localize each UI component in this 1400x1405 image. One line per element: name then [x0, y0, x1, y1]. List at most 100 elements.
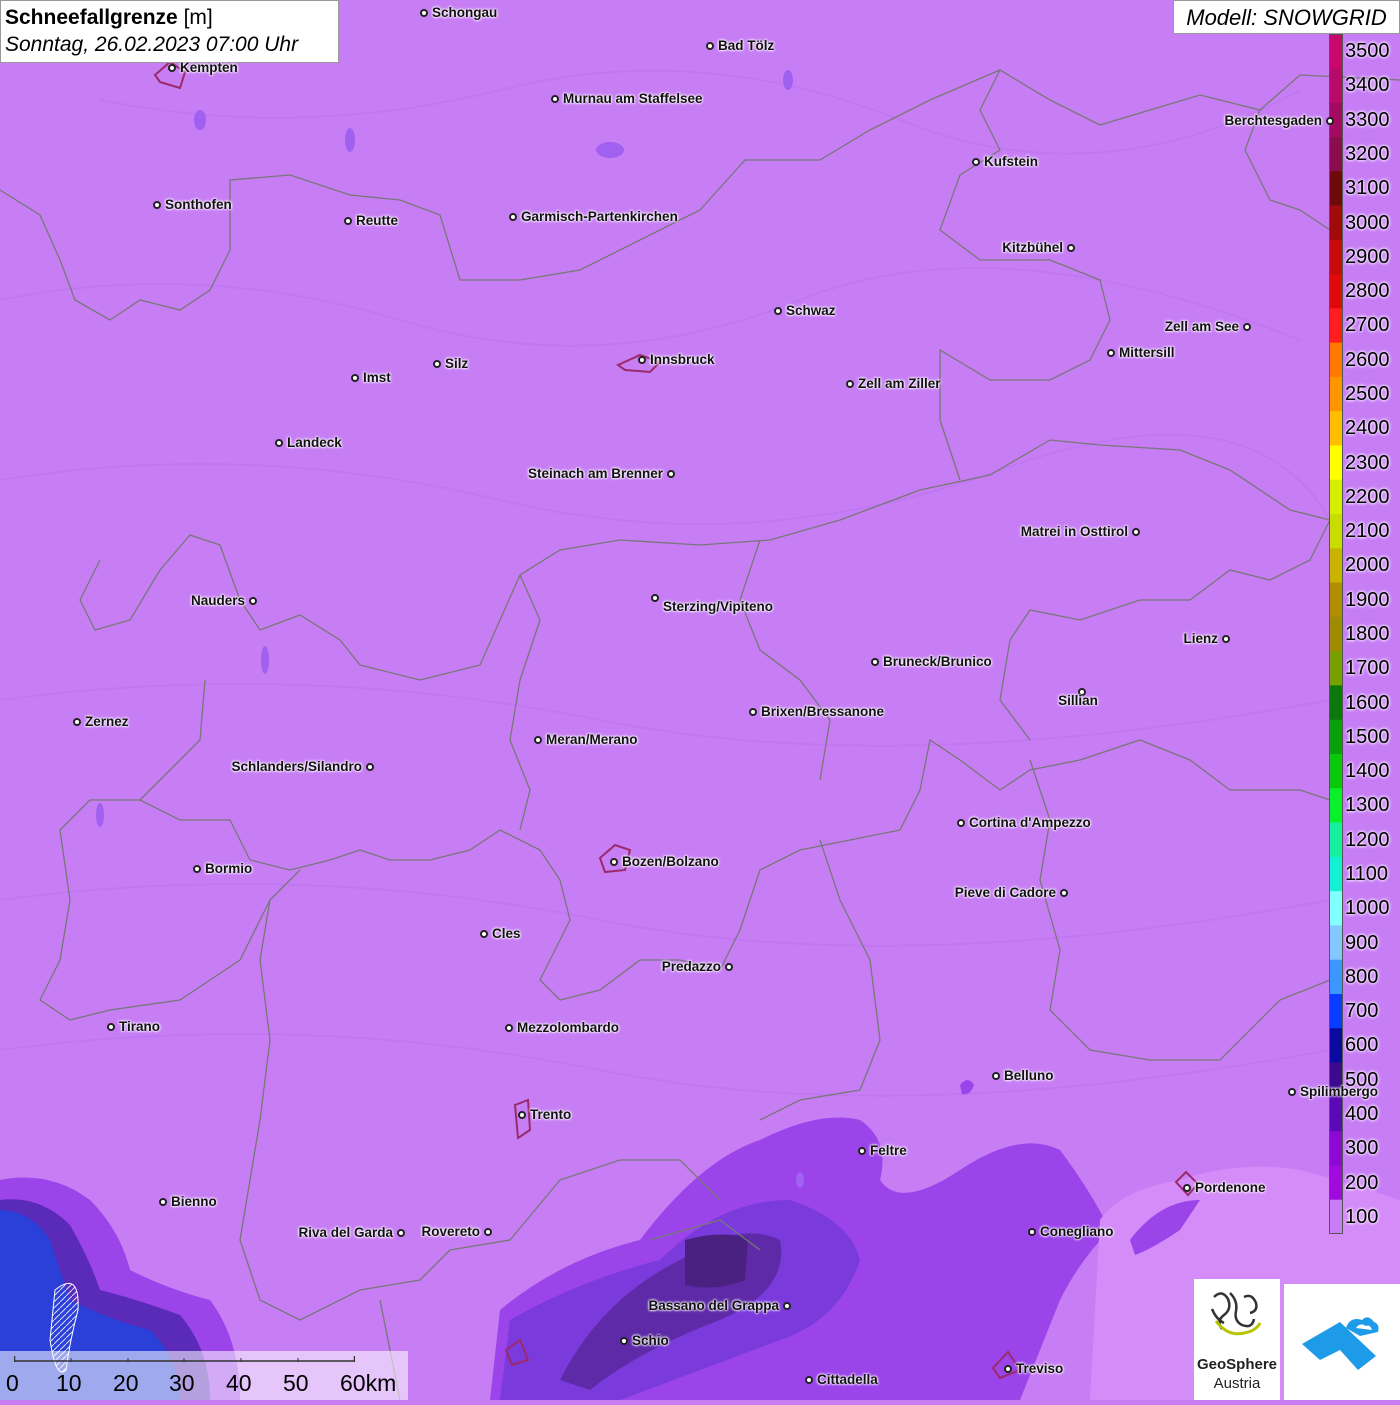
- city-label: Matrei in Osttirol: [1020, 524, 1128, 539]
- legend-swatch-2700: [1329, 308, 1343, 344]
- city-label: Meran/Merano: [546, 732, 638, 747]
- legend-swatch-1800: [1329, 616, 1343, 652]
- model-label: Modell: SNOWGRID: [1173, 0, 1400, 34]
- city-marker: [480, 930, 488, 938]
- city-label: Pordenone: [1195, 1180, 1266, 1195]
- city-marker: [667, 470, 675, 478]
- city-label: Mittersill: [1119, 345, 1175, 360]
- legend-swatch-100: [1329, 1199, 1343, 1234]
- city-label: Berchtesgaden: [1224, 113, 1322, 128]
- legend-label-2000: 2000: [1345, 554, 1390, 577]
- city-marker: [1107, 349, 1115, 357]
- legend-label-1700: 1700: [1345, 657, 1390, 680]
- city-marker: [651, 594, 659, 602]
- legend-label-2400: 2400: [1345, 417, 1390, 440]
- city-label: Riva del Garda: [298, 1225, 393, 1240]
- city-label: Treviso: [1016, 1361, 1064, 1376]
- city-label: Zell am See: [1164, 319, 1239, 334]
- city-label: Sterzing/Vipiteno: [663, 599, 774, 614]
- city-marker: [957, 819, 965, 827]
- legend-labels: 3500 3400 3300 3200 3100 3000 2900 2800 2700 2600…: [1345, 34, 1400, 1234]
- legend-label-400: 400: [1345, 1103, 1379, 1125]
- city-marker: [534, 736, 542, 744]
- city-marker: [509, 213, 517, 221]
- legend-color-bar: [1329, 34, 1343, 1234]
- city-marker: [871, 658, 879, 666]
- legend-swatch-3400: [1329, 68, 1343, 104]
- legend-swatch-1100: [1329, 856, 1343, 892]
- city-marker: [193, 865, 201, 873]
- city-marker: [706, 42, 714, 50]
- city-marker: [858, 1147, 866, 1155]
- city-marker: [1222, 635, 1230, 643]
- legend-swatch-200: [1329, 1165, 1343, 1201]
- partner-logo: [1284, 1284, 1400, 1400]
- legend-label-1600: 1600: [1345, 691, 1390, 714]
- legend-swatch-3100: [1329, 171, 1343, 206]
- legend-label-3500: 3500: [1345, 40, 1390, 63]
- city-marker: [433, 360, 441, 368]
- legend-swatch-3500: [1329, 34, 1343, 69]
- city-marker: [992, 1072, 1000, 1080]
- legend-label-3200: 3200: [1345, 143, 1390, 165]
- city-marker: [1132, 528, 1140, 536]
- city-label: Brixen/Bressanone: [761, 704, 885, 719]
- scale-label: 10: [56, 1370, 82, 1396]
- city-marker: [749, 708, 757, 716]
- legend-label-600: 600: [1345, 1034, 1379, 1057]
- legend-swatch-2800: [1329, 274, 1343, 309]
- city-label: Schwaz: [786, 303, 836, 318]
- city-marker: [1004, 1365, 1012, 1373]
- title-unit: [m]: [177, 6, 213, 29]
- legend-label-2200: 2200: [1345, 485, 1390, 508]
- city-marker: [505, 1024, 513, 1032]
- legend-label-2100: 2100: [1345, 520, 1390, 543]
- city-label: Bassano del Grappa: [648, 1298, 779, 1313]
- legend-label-1100: 1100: [1345, 863, 1389, 885]
- legend-swatch-600: [1329, 1028, 1343, 1064]
- geosphere-logo: GeoSphere Austria: [1194, 1279, 1280, 1400]
- legend-label-1900: 1900: [1345, 588, 1390, 611]
- city-label: Trento: [530, 1107, 572, 1122]
- geosphere-emblem-icon: [1210, 1292, 1262, 1336]
- city-label: Zernez: [85, 714, 129, 729]
- city-label: Landeck: [287, 435, 342, 450]
- legend-swatch-1300: [1329, 788, 1343, 824]
- legend-label-1500: 1500: [1345, 725, 1390, 748]
- scale-label: 60km: [340, 1370, 397, 1396]
- city-marker: [1067, 244, 1075, 252]
- city-label: Cles: [492, 926, 521, 941]
- city-marker: [551, 95, 559, 103]
- city-label: Silz: [445, 356, 469, 371]
- city-marker: [159, 1198, 167, 1206]
- city-marker: [783, 1302, 791, 1310]
- city-marker: [1183, 1184, 1191, 1192]
- city-marker: [153, 201, 161, 209]
- city-marker: [168, 64, 176, 72]
- city-label: Reutte: [356, 213, 399, 228]
- scale-label: 20: [113, 1370, 139, 1396]
- city-marker: [1243, 323, 1251, 331]
- legend-swatch-900: [1329, 925, 1343, 961]
- city-label: Kempten: [180, 60, 238, 75]
- city-label: Cortina d'Ampezzo: [969, 815, 1091, 830]
- city-marker: [518, 1111, 526, 1119]
- legend-swatch-2300: [1329, 445, 1343, 481]
- city-marker: [1326, 117, 1334, 125]
- legend-label-1300: 1300: [1345, 794, 1390, 817]
- city-marker: [484, 1228, 492, 1236]
- scale-label: 0: [6, 1370, 19, 1396]
- legend-label-2700: 2700: [1345, 314, 1390, 337]
- city-label: Innsbruck: [650, 352, 715, 367]
- city-label: Imst: [363, 370, 391, 385]
- legend-swatch-2100: [1329, 514, 1343, 549]
- city-marker: [1028, 1228, 1036, 1236]
- city-marker: [351, 374, 359, 382]
- legend-label-200: 200: [1345, 1171, 1379, 1194]
- city-label: Garmisch-Partenkirchen: [521, 209, 678, 224]
- city-label: Bad Tölz: [718, 38, 775, 53]
- legend-swatch-1500: [1329, 719, 1343, 755]
- legend-swatch-1900: [1329, 582, 1343, 618]
- scale-bar: [14, 1356, 355, 1362]
- legend-label-3400: 3400: [1345, 74, 1390, 97]
